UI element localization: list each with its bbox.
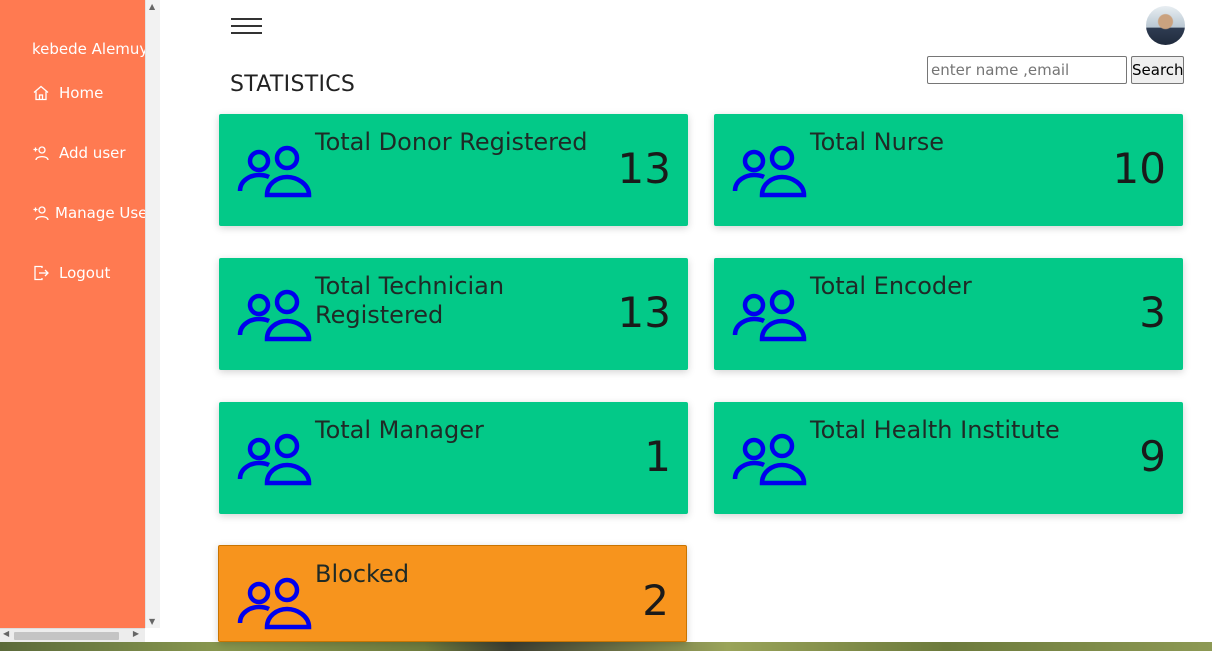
stat-card-count: 10 bbox=[1112, 144, 1166, 193]
search-input[interactable] bbox=[927, 56, 1127, 84]
scroll-right-arrow-icon[interactable]: ▶ bbox=[133, 629, 139, 638]
stat-card-total-technician[interactable]: Total Technician Registered 13 bbox=[219, 258, 688, 370]
stat-card-count: 3 bbox=[1139, 288, 1166, 337]
sidebar-username: kebede Alemuyie bbox=[32, 40, 145, 58]
stat-card-count: 2 bbox=[642, 576, 669, 625]
stat-card-count: 13 bbox=[617, 144, 671, 193]
menu-line bbox=[231, 32, 262, 34]
stat-card-total-encoder[interactable]: Total Encoder 3 bbox=[714, 258, 1183, 370]
stat-card-label: Total Health Institute bbox=[810, 416, 1060, 444]
stat-card-label: Total Technician Registered bbox=[315, 272, 505, 329]
search-button[interactable]: Search bbox=[1131, 56, 1184, 84]
horizontal-scrollbar[interactable]: ◀ ▶ bbox=[0, 628, 145, 642]
users-icon bbox=[732, 433, 807, 486]
users-icon bbox=[237, 433, 312, 486]
sidebar: kebede Alemuyie Home Add user Manage Use… bbox=[0, 0, 145, 628]
scroll-up-arrow-icon[interactable]: ▲ bbox=[149, 2, 155, 11]
stat-card-count: 1 bbox=[644, 432, 671, 481]
sidebar-item-label: Add user bbox=[59, 144, 126, 162]
vertical-scrollbar[interactable]: ▲ ▼ bbox=[145, 0, 160, 628]
stat-card-total-health-institute[interactable]: Total Health Institute 9 bbox=[714, 402, 1183, 514]
manage-users-icon bbox=[33, 206, 49, 221]
users-icon bbox=[237, 577, 312, 630]
sidebar-item-logout[interactable]: Logout bbox=[32, 264, 110, 282]
sidebar-item-manage-users[interactable]: Manage Users bbox=[32, 204, 145, 222]
users-icon bbox=[237, 289, 312, 342]
sidebar-item-label: Home bbox=[59, 84, 104, 102]
stat-card-total-nurse[interactable]: Total Nurse 10 bbox=[714, 114, 1183, 226]
users-icon bbox=[732, 289, 807, 342]
stat-card-label: Total Encoder bbox=[810, 272, 972, 300]
sidebar-item-label: Logout bbox=[59, 264, 111, 282]
stat-card-count: 9 bbox=[1139, 432, 1166, 481]
sidebar-item-add-user[interactable]: Add user bbox=[32, 144, 126, 162]
menu-line bbox=[231, 18, 262, 20]
sidebar-item-label: Manage Users bbox=[55, 204, 145, 222]
add-user-icon bbox=[33, 146, 49, 161]
sidebar-item-home[interactable]: Home bbox=[32, 84, 103, 102]
users-icon bbox=[732, 145, 807, 198]
scroll-down-arrow-icon[interactable]: ▼ bbox=[149, 617, 155, 626]
stat-card-label: Total Nurse bbox=[810, 128, 944, 156]
stat-card-blocked[interactable]: Blocked 2 bbox=[218, 545, 687, 642]
menu-line bbox=[231, 25, 262, 27]
scroll-left-arrow-icon[interactable]: ◀ bbox=[3, 629, 9, 638]
avatar[interactable] bbox=[1146, 6, 1185, 45]
stat-card-count: 13 bbox=[617, 288, 671, 337]
scrollbar-corner bbox=[145, 628, 160, 642]
home-icon bbox=[33, 85, 49, 101]
stat-card-label: Total Donor Registered bbox=[315, 128, 588, 156]
stat-card-total-donor[interactable]: Total Donor Registered 13 bbox=[219, 114, 688, 226]
stat-card-total-manager[interactable]: Total Manager 1 bbox=[219, 402, 688, 514]
scrollbar-thumb[interactable] bbox=[14, 632, 119, 640]
hamburger-menu-button[interactable] bbox=[231, 17, 262, 37]
stat-card-label: Blocked bbox=[315, 560, 410, 588]
page-title: STATISTICS bbox=[230, 72, 356, 97]
logout-icon bbox=[34, 265, 49, 281]
users-icon bbox=[237, 145, 312, 198]
stat-card-label: Total Manager bbox=[315, 416, 484, 444]
desktop-wallpaper-strip bbox=[0, 642, 1212, 651]
